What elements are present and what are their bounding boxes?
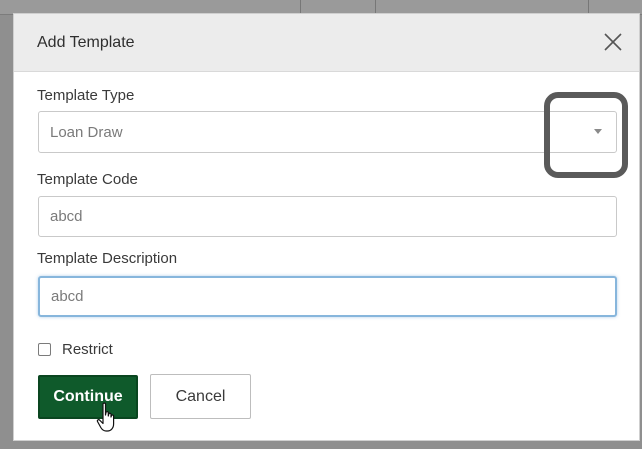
restrict-label: Restrict	[62, 341, 113, 358]
template-type-select[interactable]: Loan Draw	[38, 111, 617, 153]
template-type-label: Template Type	[37, 87, 135, 104]
template-description-label: Template Description	[37, 250, 178, 267]
background-column-divider	[375, 0, 376, 14]
template-code-input[interactable]	[38, 196, 617, 237]
close-icon	[604, 33, 622, 51]
background-column-divider	[588, 0, 589, 14]
cancel-button[interactable]: Cancel	[150, 374, 251, 419]
modal-title: Add Template	[37, 34, 135, 51]
template-code-label: Template Code	[37, 171, 138, 188]
background-column-divider	[300, 0, 301, 14]
hand-cursor-icon	[96, 402, 115, 432]
template-type-value: Loan Draw	[50, 124, 123, 141]
continue-button[interactable]: Continue	[38, 375, 138, 419]
restrict-checkbox[interactable]	[38, 343, 51, 356]
add-template-modal: Add Template Template Type Loan Draw Tem…	[13, 13, 640, 441]
template-description-input[interactable]	[38, 276, 617, 317]
close-button[interactable]	[601, 30, 625, 54]
dropdown-highlight-annotation	[544, 92, 628, 178]
modal-header: Add Template	[14, 14, 639, 72]
